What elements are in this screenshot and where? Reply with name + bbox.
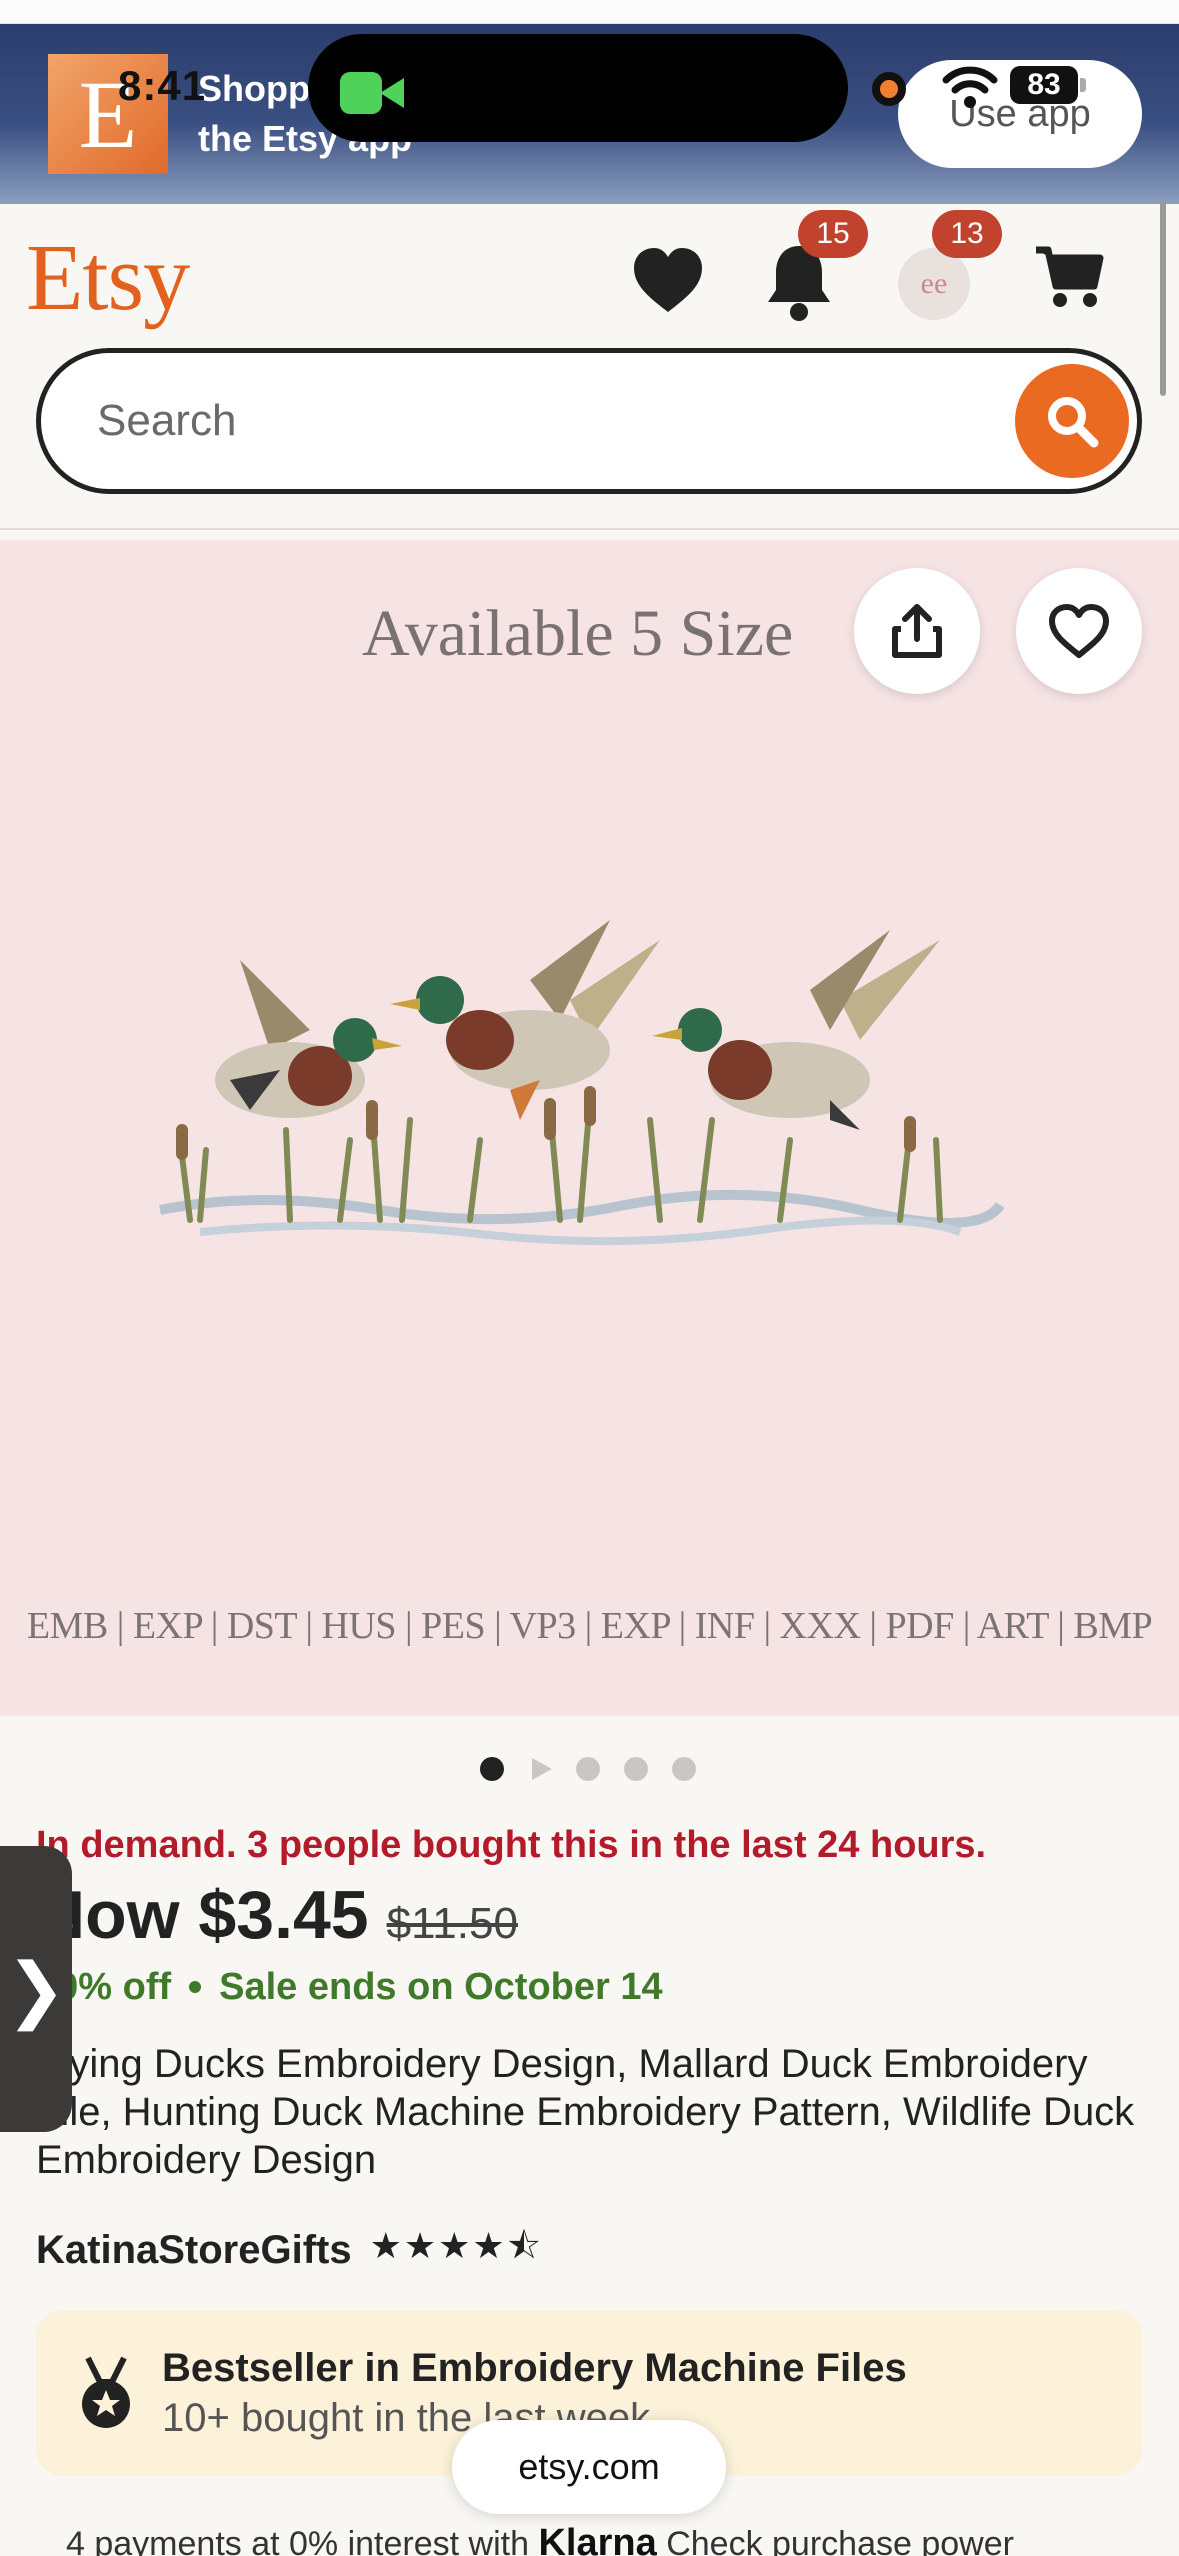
carousel-dot-5[interactable] bbox=[672, 1757, 696, 1781]
carousel-dot-4[interactable] bbox=[624, 1757, 648, 1781]
flying-ducks-embroidery-image bbox=[159, 920, 1005, 1246]
medal-icon bbox=[82, 2356, 130, 2428]
klarna-prefix: 4 payments at 0% interest with bbox=[66, 2525, 530, 2556]
file-formats-caption: EMB | EXP | DST | HUS | PES | VP3 | EXP … bbox=[26, 1605, 1153, 1647]
search-input[interactable] bbox=[97, 393, 977, 449]
klarna-payment-info[interactable]: 4 payments at 0% interest with Klarna Ch… bbox=[66, 2522, 1014, 2556]
klarna-brand: Klarna bbox=[538, 2522, 657, 2556]
current-price: Now $3.45 bbox=[36, 1877, 369, 1953]
notifications-badge: 15 bbox=[798, 210, 868, 258]
shop-name-link[interactable]: KatinaStoreGifts bbox=[36, 2228, 352, 2273]
heart-outline-icon bbox=[1049, 604, 1109, 658]
search-icon bbox=[1048, 397, 1099, 448]
battery-tip bbox=[1080, 78, 1086, 92]
cart-icon[interactable] bbox=[1034, 244, 1104, 310]
separator-dot bbox=[189, 1981, 202, 1993]
search-bar[interactable] bbox=[36, 348, 1142, 494]
carousel-dot-1[interactable] bbox=[480, 1757, 504, 1781]
site-header: Etsy 15 ee 13 bbox=[0, 204, 1179, 530]
etsy-logo[interactable]: Etsy bbox=[26, 224, 190, 332]
page-scrollbar[interactable] bbox=[1160, 200, 1166, 396]
search-button[interactable] bbox=[1015, 364, 1129, 478]
sale-ends-label: Sale ends on October 14 bbox=[219, 1966, 663, 2008]
account-avatar[interactable]: ee bbox=[898, 248, 970, 320]
side-drawer-toggle[interactable]: ❯ bbox=[0, 1846, 72, 2132]
carousel-dots[interactable] bbox=[480, 1754, 720, 1784]
klarna-suffix: Check purchase power bbox=[666, 2525, 1014, 2556]
carousel-video-play-icon[interactable] bbox=[528, 1756, 554, 1782]
carousel-dot-3[interactable] bbox=[576, 1757, 600, 1781]
sale-info: 70% off Sale ends on October 14 bbox=[36, 1966, 663, 2009]
image-caption: Available 5 Size bbox=[362, 597, 794, 670]
browser-url-pill[interactable]: etsy.com bbox=[452, 2420, 726, 2514]
privacy-indicator-icon bbox=[872, 72, 906, 106]
favorites-heart-icon[interactable] bbox=[630, 244, 706, 316]
shop-row[interactable]: KatinaStoreGifts ★★★★⯪ bbox=[36, 2220, 543, 2281]
facetime-camera-icon bbox=[340, 72, 406, 114]
original-price: $11.50 bbox=[386, 1899, 518, 1948]
top-strip bbox=[0, 0, 1179, 24]
in-demand-notice: In demand. 3 people bought this in the l… bbox=[36, 1824, 987, 1866]
share-icon bbox=[892, 604, 942, 658]
battery-indicator: 83 bbox=[1010, 66, 1078, 104]
account-badge: 13 bbox=[932, 210, 1002, 258]
product-image-carousel[interactable]: Available 5 Size EMB | EXP | DST | HUS |… bbox=[0, 540, 1179, 1716]
price-row: Now $3.45 $11.50 bbox=[36, 1876, 518, 1954]
status-time: 8:41 bbox=[118, 62, 207, 109]
bestseller-title: Bestseller in Embroidery Machine Files bbox=[162, 2346, 907, 2390]
share-button[interactable] bbox=[854, 568, 980, 694]
star-rating: ★★★★⯪ bbox=[369, 2225, 543, 2266]
listing-title: Flying Ducks Embroidery Design, Mallard … bbox=[36, 2042, 1135, 2182]
wifi-icon bbox=[942, 66, 998, 108]
favorite-listing-button[interactable] bbox=[1016, 568, 1142, 694]
